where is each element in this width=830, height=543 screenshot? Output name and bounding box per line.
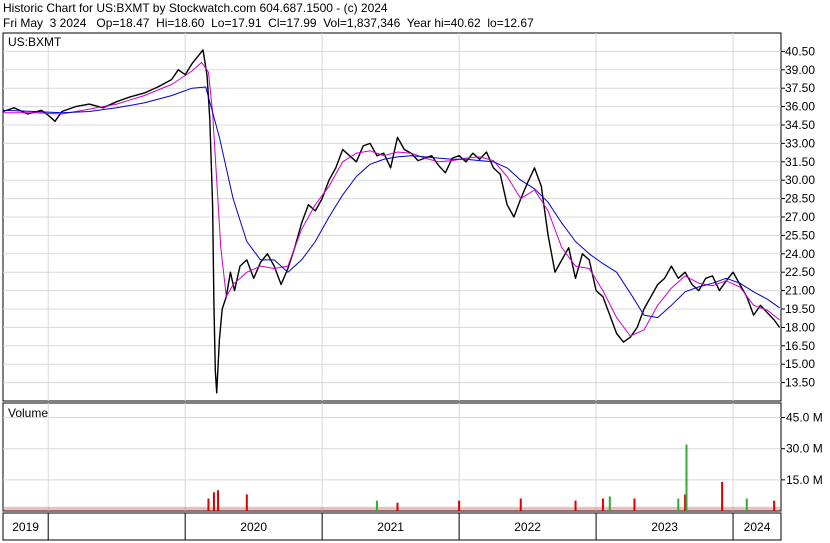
price-tick-label: 36.00 — [785, 100, 815, 114]
volume-bar — [773, 500, 776, 511]
price-tick-label: 22.50 — [785, 265, 815, 279]
year-label: 2021 — [377, 520, 404, 534]
volume-bar — [745, 498, 748, 511]
volume-bar — [217, 490, 220, 511]
volume-bar — [633, 498, 636, 511]
volume-bar — [245, 494, 248, 511]
price-tick-label: 24.00 — [785, 247, 815, 261]
price-tick-label: 31.50 — [785, 155, 815, 169]
volume-y-axis: 45.0 M 30.0 M 15.0 M — [781, 411, 823, 487]
volume-bar — [519, 498, 522, 511]
price-tick-label: 34.50 — [785, 118, 815, 132]
price-tick-label: 28.50 — [785, 192, 815, 206]
price-y-axis: 40.50 39.00 37.50 36.00 34.50 33.00 31.50 30.00… — [781, 44, 815, 390]
price-tick-label: 13.50 — [785, 376, 815, 390]
volume-tick-label: 30.0 M — [786, 442, 823, 456]
price-tick-label: 25.50 — [785, 228, 815, 242]
year-label: 2023 — [651, 520, 678, 534]
volume-bar — [721, 481, 724, 511]
volume-bar — [677, 498, 680, 511]
volume-baseline-strip — [4, 506, 780, 511]
price-panel-title: US:BXMT — [8, 35, 62, 49]
volume-bar — [207, 498, 210, 511]
volume-bar — [375, 500, 378, 511]
volume-bar — [212, 492, 215, 511]
year-label: 2022 — [514, 520, 541, 534]
price-tick-label: 16.50 — [785, 339, 815, 353]
price-tick-label: 21.00 — [785, 284, 815, 298]
price-tick-label: 30.00 — [785, 173, 815, 187]
volume-bar — [608, 496, 611, 511]
price-tick-label: 39.00 — [785, 63, 815, 77]
price-tick-label: 27.00 — [785, 210, 815, 224]
volume-tick-label: 15.0 M — [786, 473, 823, 487]
volume-bar — [601, 498, 604, 511]
price-tick-label: 33.00 — [785, 136, 815, 150]
volume-panel-frame — [2, 402, 782, 512]
volume-tick-label: 45.0 M — [786, 411, 823, 425]
price-tick-label: 15.00 — [785, 357, 815, 371]
year-label: 2020 — [240, 520, 267, 534]
volume-bar — [458, 500, 461, 511]
year-label: 2019 — [12, 520, 39, 534]
volume-panel-title: Volume — [8, 406, 48, 420]
stock-chart: 40.50 39.00 37.50 36.00 34.50 33.00 31.50 30.00… — [2, 32, 823, 541]
volume-bar — [685, 444, 688, 511]
price-tick-label: 19.50 — [785, 302, 815, 316]
volume-bar — [396, 502, 399, 511]
price-tick-label: 18.00 — [785, 320, 815, 334]
volume-bar — [574, 500, 577, 511]
price-tick-label: 37.50 — [785, 81, 815, 95]
price-tick-label: 40.50 — [785, 44, 815, 58]
year-label: 2024 — [744, 520, 771, 534]
